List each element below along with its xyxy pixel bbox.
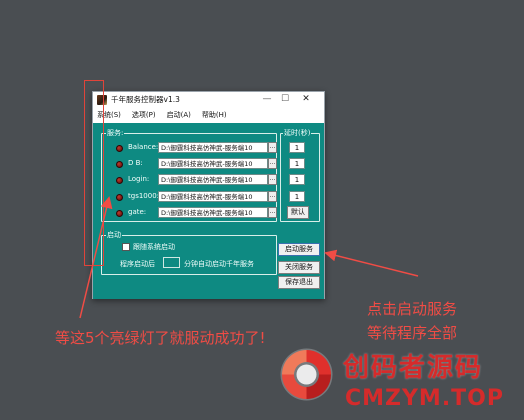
- annotation-wait-all: 等待程序全部: [367, 324, 458, 342]
- arrow-to-start-button: [324, 249, 419, 277]
- watermark-cn-text: 创码者源码: [343, 353, 484, 383]
- annotation-five-green-lights: 等这5个亮绿灯了就服动成功了!: [55, 329, 266, 347]
- watermark-logo-icon: [280, 348, 333, 401]
- annotation-click-start: 点击启动服务: [367, 300, 458, 318]
- watermark-en-text: CMZYM.TOP: [345, 386, 505, 411]
- arrow-to-leds: [79, 196, 113, 319]
